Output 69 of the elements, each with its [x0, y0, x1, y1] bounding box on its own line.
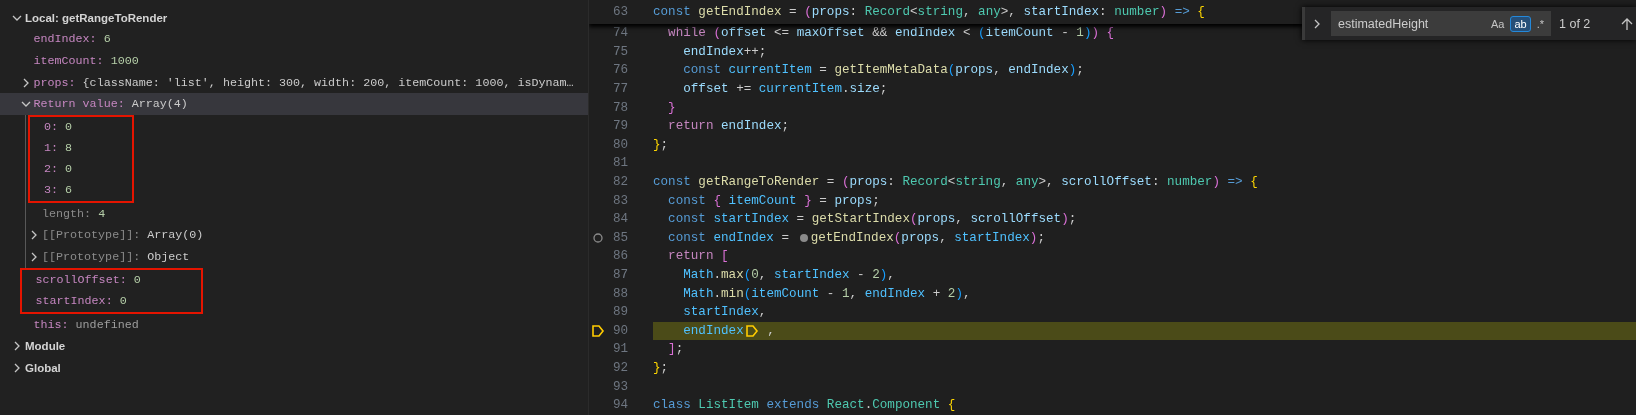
tree-item[interactable]: [[Prototype]]: Array(0) [0, 224, 588, 247]
tree-item[interactable]: itemCount: 1000 [0, 50, 588, 72]
code-text: } [667, 100, 676, 115]
code-text: const getRangeToRender = (props: Record<string, any>, scrollOffset: number) => { [653, 175, 1258, 190]
tree-item[interactable]: this: undefined [0, 313, 588, 336]
line-number: 76 [611, 63, 628, 78]
find-input[interactable]: estimatedHeight Aa ab .* [1331, 11, 1551, 36]
code-text: const { itemCount } = props; [667, 193, 880, 208]
code-text: const getEndIndex = (props: Record<string, any>, startIndex: number) => { [653, 5, 1205, 19]
tree-item[interactable]: length: 4 [0, 202, 588, 225]
tree-item[interactable]: Return value: Array(4) [0, 93, 588, 115]
line-number: 78 [611, 100, 628, 115]
line-number: 87 [611, 268, 628, 282]
breakpoint-dot-icon [797, 231, 810, 244]
code-text: class ListItem extends React.Component { [653, 398, 956, 413]
line-number: 79 [611, 119, 628, 134]
tree-item[interactable]: startIndex: 0 [21, 290, 141, 312]
tree-item[interactable]: 3: 6 [30, 179, 73, 201]
tree-item[interactable]: endIndex: 6 [0, 28, 588, 51]
code-text: while (offset <= maxOffset && endIndex < (itemCount - 1)) { [667, 26, 1115, 41]
line-number: 83 [611, 193, 628, 208]
code-text: , [766, 323, 775, 338]
code-text: ]; [667, 342, 684, 357]
code-text: return endIndex; [667, 119, 790, 134]
arrow-up-icon [1620, 16, 1634, 31]
scope-item[interactable]: Local: getRangeToRender [0, 7, 588, 29]
code-text: return [ [667, 249, 729, 264]
line-number: 81 [611, 156, 628, 171]
match-count: 1 of 2 [1559, 16, 1591, 31]
line-number: 94 [611, 398, 628, 413]
tree-item[interactable]: 0: 0 [30, 116, 73, 138]
code-text: endIndex++; [682, 44, 767, 59]
line-number: 89 [611, 305, 628, 320]
line-number: 86 [611, 249, 628, 264]
line-number: 80 [611, 137, 628, 152]
code-text: const endIndex = [667, 230, 791, 245]
line-number: 90 [611, 323, 628, 338]
code-text: getEndIndex(props, startIndex); [810, 230, 1045, 245]
tree-item[interactable]: 2: 0 [30, 158, 73, 180]
code-text: }; [653, 361, 669, 375]
tree-item[interactable]: [[Prototype]]: Object [0, 246, 588, 268]
search-option-toggle[interactable]: .* [1532, 15, 1548, 32]
code-text: endIndex [682, 323, 744, 338]
line-number: 63 [611, 5, 628, 19]
line-number: 92 [611, 361, 628, 375]
line-number: 82 [611, 175, 628, 190]
search-option-toggle[interactable]: ab [1510, 15, 1531, 32]
tree-item[interactable]: scrollOffset: 0 [21, 269, 141, 291]
execution-pointer-icon [744, 323, 759, 338]
code-text: offset += currentItem.size; [682, 82, 888, 97]
code-text: startIndex, [682, 305, 767, 320]
line-number: 74 [611, 26, 628, 41]
tree-item[interactable]: props: {className: 'list', height: 300, width: 200, itemCount: 1000, isDynam… [0, 71, 588, 94]
search-option-toggle[interactable]: Aa [1486, 15, 1509, 32]
code-text: Math.min(itemCount - 1, endIndex + 2), [682, 286, 971, 301]
line-number: 75 [611, 44, 628, 59]
code-text: }; [653, 137, 669, 152]
line-number: 77 [611, 82, 628, 97]
code-text: const startIndex = getStartIndex(props, scrollOffset); [667, 212, 1077, 227]
tree-item[interactable]: 1: 8 [30, 137, 73, 159]
line-number: 85 [611, 230, 628, 245]
scope-item[interactable]: Module [0, 335, 588, 357]
line-number: 91 [611, 342, 628, 357]
code-text: Math.max(0, startIndex - 2), [682, 268, 895, 282]
line-number: 93 [611, 379, 628, 394]
code-text: const currentItem = getItemMetaData(props, endIndex); [682, 63, 1084, 78]
line-number: 88 [611, 286, 628, 301]
line-number: 84 [611, 212, 628, 227]
scope-item[interactable]: Global [0, 356, 588, 379]
